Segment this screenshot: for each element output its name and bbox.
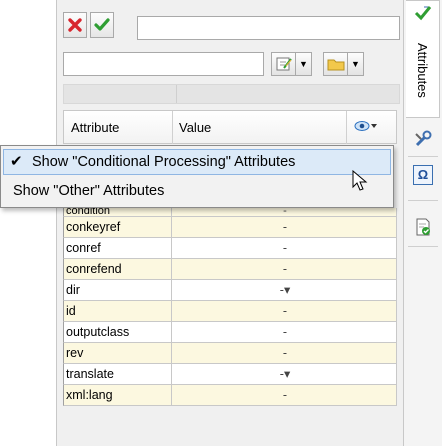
table-row[interactable]: translate -▾ — [63, 364, 397, 385]
table-row[interactable]: id - — [63, 301, 397, 322]
tab-validation[interactable] — [406, 212, 440, 242]
table-row[interactable]: dir -▾ — [63, 280, 397, 301]
eye-filter-icon[interactable] — [354, 120, 378, 135]
attribute-name-cell: condition — [64, 208, 172, 216]
attributes-check-icon — [414, 5, 432, 26]
omega-icon: Ω — [413, 165, 433, 185]
attributes-panel: ▼ ▼ Attribute Value condition - conkeyref -… — [56, 0, 403, 446]
cancel-button[interactable] — [63, 12, 87, 38]
table-row[interactable]: condition - — [63, 208, 397, 217]
menu-item-other-attributes[interactable]: Show "Other" Attributes — [3, 179, 391, 205]
folder-icon — [324, 53, 348, 75]
attributes-view: ▼ ▼ Attribute Value condition - conkeyref -… — [0, 0, 442, 446]
menu-item-conditional-processing[interactable]: ✔ Show "Conditional Processing" Attribut… — [3, 149, 391, 175]
table-row[interactable]: rev - — [63, 343, 397, 364]
check-icon: ✔ — [10, 153, 23, 170]
attribute-column-header[interactable]: Attribute — [71, 120, 119, 135]
attribute-name-cell: translate — [64, 364, 172, 384]
green-check-icon — [94, 18, 110, 31]
chevron-down-icon: ▼ — [351, 59, 360, 69]
attribute-value-cell[interactable]: - — [173, 238, 397, 258]
side-tab-bar: Attributes Ω — [403, 0, 442, 446]
attribute-value-cell[interactable]: - — [173, 385, 397, 405]
table-row[interactable]: conkeyref - — [63, 217, 397, 238]
attribute-value-cell[interactable]: -▾ — [173, 364, 397, 384]
table-row[interactable]: xml:lang - — [63, 385, 397, 406]
table-row[interactable]: outputclass - — [63, 322, 397, 343]
attribute-value-cell[interactable]: -▾ — [173, 280, 397, 300]
attribute-name-cell: conkeyref — [64, 217, 172, 237]
filter-input[interactable] — [63, 52, 264, 76]
attribute-value-cell[interactable]: - — [173, 301, 397, 321]
folder-dropdown[interactable]: ▼ — [323, 52, 364, 76]
tab-attributes[interactable]: Attributes — [406, 0, 440, 118]
table-row[interactable]: conref - — [63, 238, 397, 259]
table-body: condition - conkeyref - conref - conrefend - dir… — [63, 208, 397, 406]
accept-button[interactable] — [90, 12, 114, 38]
breadcrumb-bar — [63, 84, 400, 104]
attribute-name-cell: dir — [64, 280, 172, 300]
attribute-value-cell[interactable]: - — [173, 343, 397, 363]
value-column-header[interactable]: Value — [179, 120, 211, 135]
tab-attributes-label: Attributes — [415, 42, 430, 98]
attribute-value-cell[interactable]: - — [173, 217, 397, 237]
table-header: Attribute Value — [63, 110, 397, 144]
edit-note-icon — [272, 53, 296, 75]
chevron-down-icon: ▼ — [299, 59, 308, 69]
edit-attribute-dropdown[interactable]: ▼ — [271, 52, 312, 76]
table-row[interactable]: conrefend - — [63, 259, 397, 280]
red-x-icon — [68, 18, 82, 32]
attribute-name-cell: rev — [64, 343, 172, 363]
attribute-name-cell: id — [64, 301, 172, 321]
filter-toolbar: ▼ ▼ — [63, 52, 400, 78]
attribute-value-cell[interactable]: - — [173, 208, 397, 216]
document-check-icon — [416, 218, 430, 236]
attribute-name-cell: xml:lang — [64, 385, 172, 405]
tab-tools[interactable] — [406, 124, 440, 154]
tab-character-map[interactable]: Ω — [406, 160, 440, 190]
wrench-icon — [415, 130, 432, 147]
attribute-filter-menu: ✔ Show "Conditional Processing" Attribut… — [0, 145, 394, 208]
attribute-name-cell: outputclass — [64, 322, 172, 342]
attribute-name-cell: conrefend — [64, 259, 172, 279]
attribute-value-cell[interactable]: - — [173, 259, 397, 279]
mouse-cursor-icon — [352, 170, 368, 191]
attribute-name-cell: conref — [64, 238, 172, 258]
attribute-value-cell[interactable]: - — [173, 322, 397, 342]
value-input[interactable] — [137, 16, 400, 40]
